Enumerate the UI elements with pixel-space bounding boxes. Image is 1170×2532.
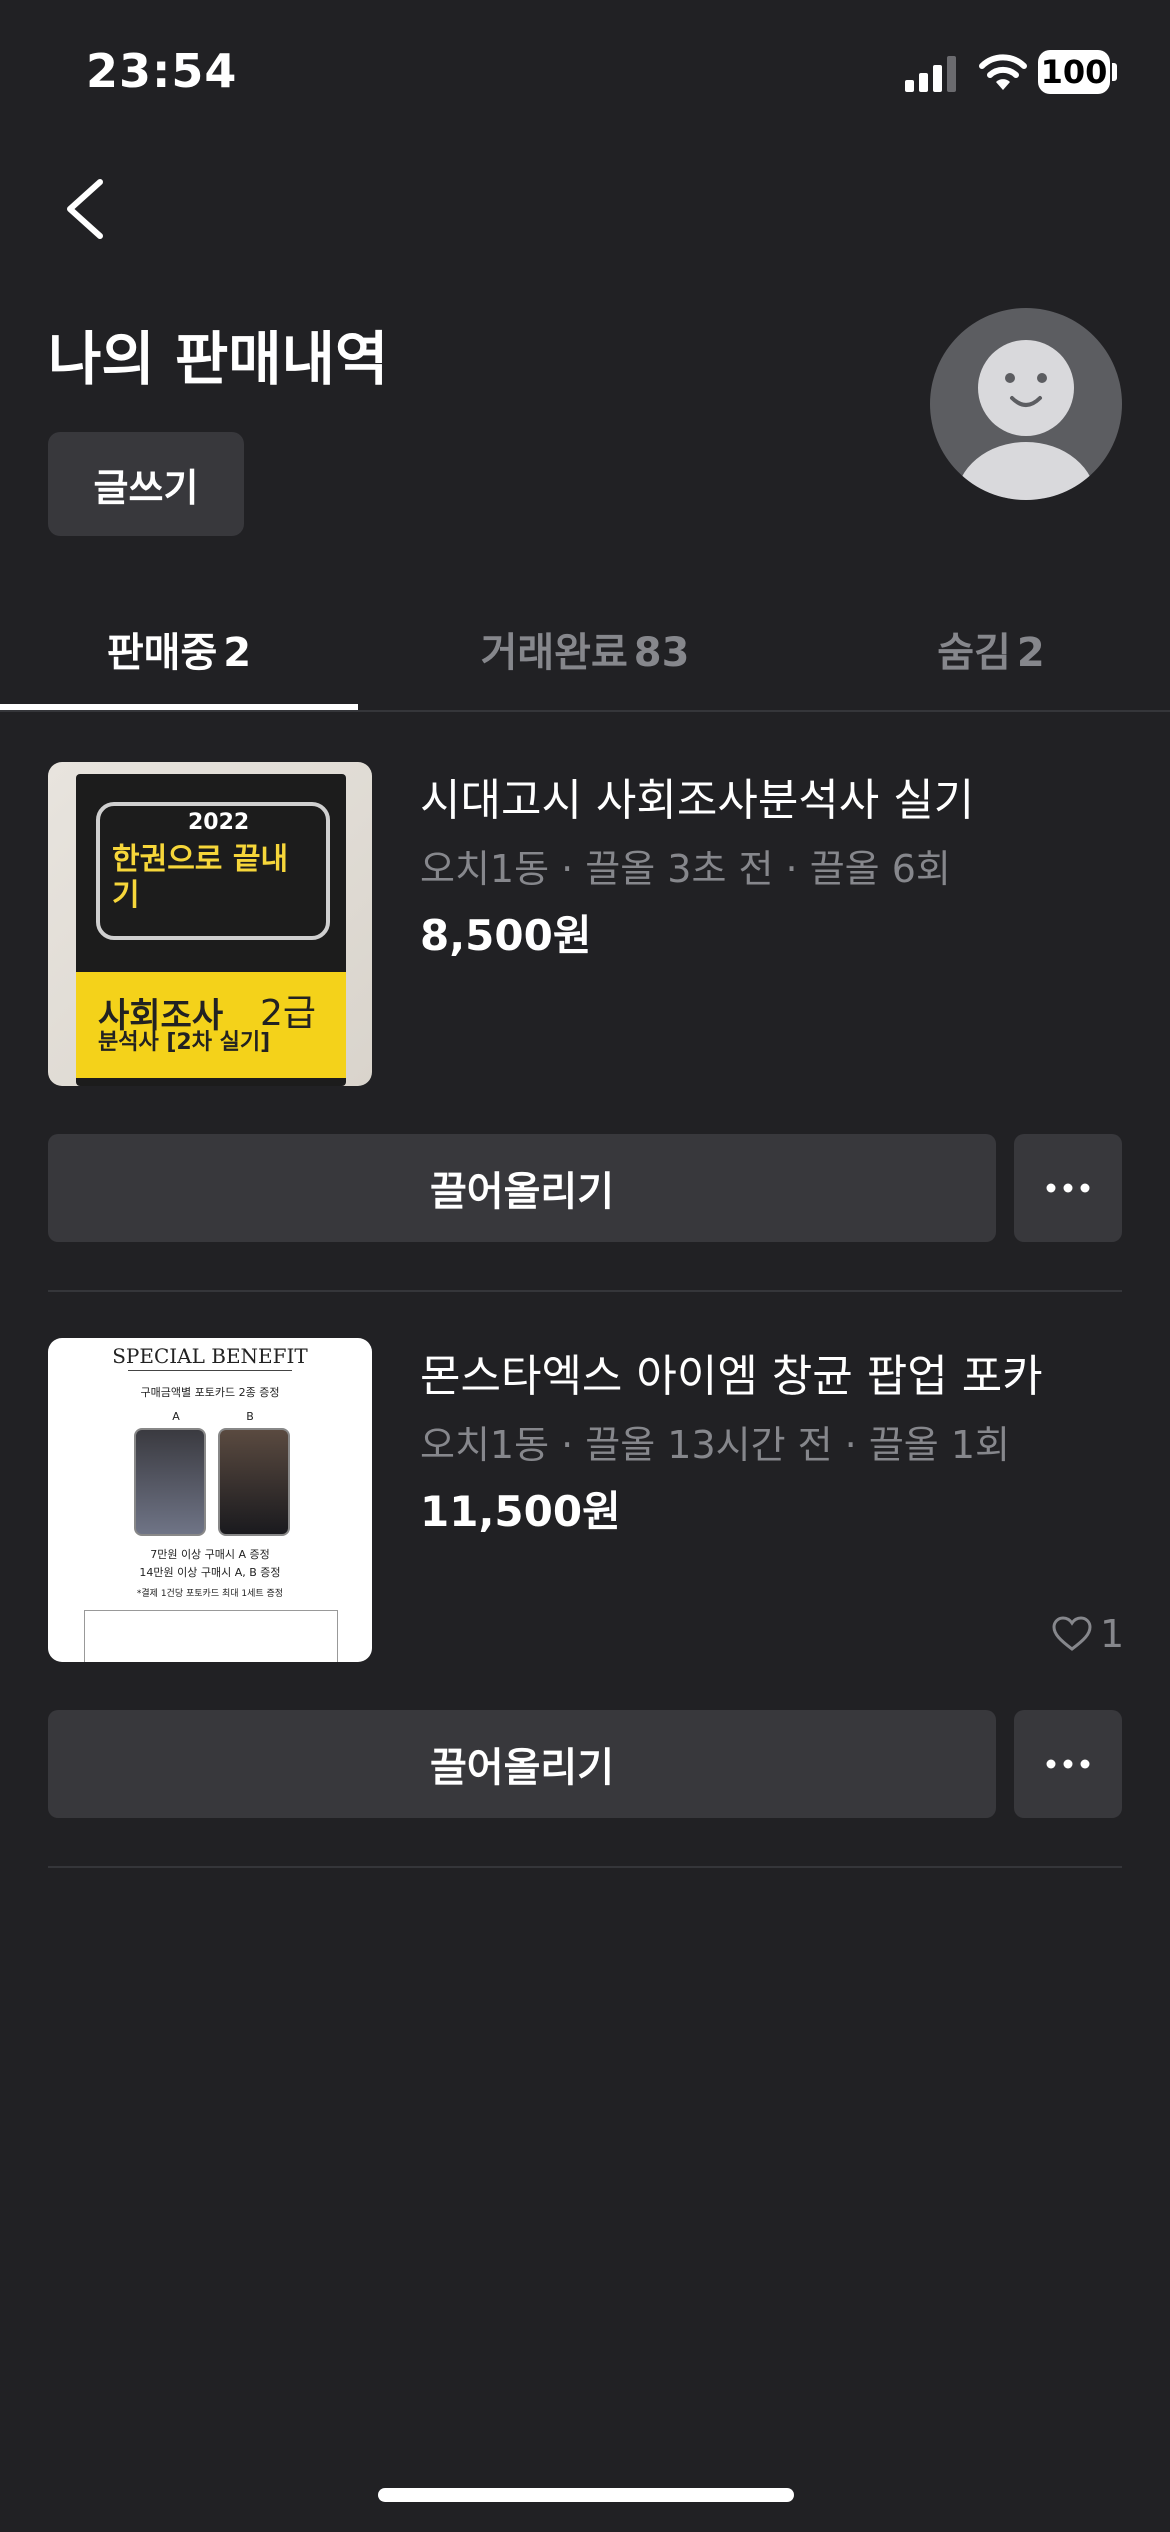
- page-title: 나의 판매내역: [48, 325, 389, 393]
- book-grade: 2급: [260, 993, 317, 1034]
- tab-hidden-label: 숨김: [937, 630, 1011, 676]
- like-count-value: 1: [1100, 1612, 1125, 1656]
- item-meta: 오치1동 · 끌올 3초 전 · 끌올 6회: [420, 847, 951, 891]
- like-count: 1: [1052, 1612, 1124, 1656]
- cellular-signal-icon: [905, 56, 956, 92]
- battery-level: 100: [1040, 53, 1108, 91]
- more-dots-icon: [1046, 1183, 1090, 1193]
- tab-completed[interactable]: 거래완료 83: [358, 620, 812, 678]
- tab-selling-count: 2: [223, 630, 252, 676]
- item-price: 11,500원: [420, 1487, 621, 1536]
- book-year: 2022: [188, 810, 250, 835]
- avatar[interactable]: [930, 308, 1122, 500]
- more-options-button[interactable]: [1014, 1710, 1122, 1818]
- bump-button[interactable]: 끌어올리기: [48, 1710, 996, 1818]
- status-time: 23:54: [86, 44, 238, 98]
- back-arrow-icon[interactable]: [60, 178, 112, 240]
- card-heading: SPECIAL BENEFIT: [112, 1344, 308, 1368]
- tab-selling[interactable]: 판매중 2: [0, 620, 358, 678]
- item-price: 8,500원: [420, 911, 592, 960]
- tab-completed-label: 거래완료: [480, 630, 628, 676]
- item-divider: [48, 1290, 1122, 1292]
- card-note: *결제 1건당 포토카드 최대 1세트 증정: [136, 1589, 284, 1599]
- item-divider: [48, 1866, 1122, 1868]
- tab-completed-count: 83: [633, 630, 690, 676]
- item-title[interactable]: 몬스타엑스 아이엠 창균 팝업 포카: [420, 1340, 1043, 1404]
- wifi-icon: [979, 54, 1027, 90]
- battery-icon: 100: [1038, 50, 1110, 94]
- profile-face-icon: [956, 340, 1096, 500]
- book-subject-2: 분석사 [2차 실기]: [98, 1030, 271, 1055]
- card-line-1: 7만원 이상 구매시 A 증정: [150, 1548, 270, 1561]
- battery-tip: [1112, 63, 1117, 81]
- card-sub: 구매금액별 포토카드 2종 증정: [140, 1386, 280, 1399]
- item-thumbnail[interactable]: SPECIAL BENEFIT 구매금액별 포토카드 2종 증정 A B 7만원…: [48, 1338, 372, 1662]
- home-indicator[interactable]: [378, 2488, 794, 2502]
- card-line-2: 14만원 이상 구매시 A, B 증정: [139, 1566, 281, 1579]
- card-label-b: B: [246, 1410, 254, 1423]
- photocard-benefit-image: SPECIAL BENEFIT 구매금액별 포토카드 2종 증정 A B 7만원…: [48, 1338, 372, 1662]
- book-headline: 한권으로 끝내기: [112, 842, 289, 913]
- heart-icon: [1052, 1616, 1092, 1651]
- tab-selling-label: 판매중: [106, 630, 218, 676]
- item-meta: 오치1동 · 끌올 13시간 전 · 끌올 1회: [420, 1423, 1010, 1467]
- item-thumbnail[interactable]: 2022 한권으로 끝내기 사회조사 분석사 [2차 실기] 2급: [48, 762, 372, 1086]
- more-options-button[interactable]: [1014, 1134, 1122, 1242]
- item-title[interactable]: 시대고시 사회조사분석사 실기: [420, 764, 974, 828]
- tab-divider: [0, 710, 1170, 712]
- tab-hidden-count: 2: [1016, 630, 1045, 676]
- tab-hidden[interactable]: 숨김 2: [812, 620, 1170, 678]
- more-dots-icon: [1046, 1759, 1090, 1769]
- book-cover-image: 2022 한권으로 끝내기 사회조사 분석사 [2차 실기] 2급: [48, 762, 372, 1086]
- bump-button[interactable]: 끌어올리기: [48, 1134, 996, 1242]
- write-button[interactable]: 글쓰기: [48, 432, 244, 536]
